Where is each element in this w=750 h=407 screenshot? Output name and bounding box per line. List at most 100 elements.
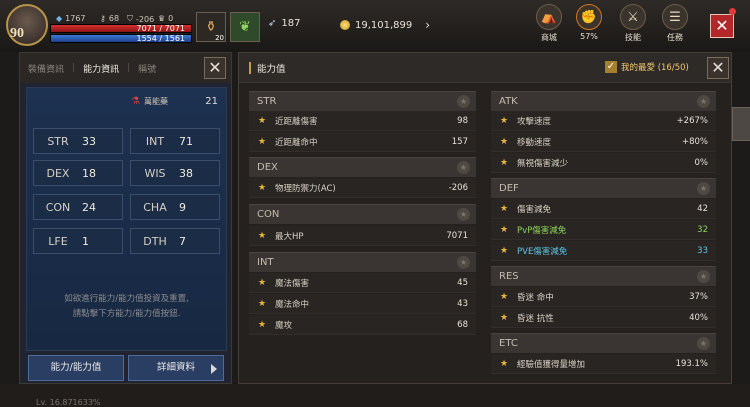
ability-info-panel: 裝備資訊 | 能力資訊 | 稱號 ✕ ⚗ 萬能藥 21 STR 33 INT 7… — [19, 52, 232, 384]
star-icon[interactable]: ★ — [249, 231, 275, 241]
section-res: RES ★ — [491, 266, 716, 286]
stat-dex: DEX 18 — [33, 160, 123, 186]
tab-ability[interactable]: 能力資訊 — [83, 62, 119, 75]
panel-title: 能力值 — [257, 63, 286, 75]
stat-row: ★ 魔攻 68 — [249, 315, 476, 335]
stat-row: ★ 經驗值獲得量增加 193.1% — [491, 354, 716, 374]
elixir-icon: ⚗ — [131, 95, 140, 107]
stat-row: ★ PVE傷害減免 33 — [491, 241, 716, 261]
hud-stat-a: ◆ 1767 — [56, 14, 86, 23]
gold-counter: 19,101,899 › — [340, 18, 430, 32]
ability-values-panel: 能力值 ✓ 我的最愛 (16/50) ✕ STR ★ ★ 近距離傷害 98 ★ … — [238, 52, 732, 384]
menu-quest[interactable]: ☰ 任務 — [656, 4, 694, 48]
stat-wis: WIS 38 — [130, 160, 220, 186]
star-icon[interactable]: ★ — [697, 270, 710, 283]
star-icon[interactable]: ★ — [249, 320, 275, 330]
stat-row: ★ 物理防禦力(AC) -206 — [249, 178, 476, 198]
star-icon[interactable]: ★ — [249, 183, 275, 193]
stat-con: CON 24 — [33, 194, 123, 220]
star-icon[interactable]: ★ — [249, 278, 275, 288]
star-icon[interactable]: ★ — [249, 116, 275, 126]
section-int: INT ★ — [249, 252, 476, 272]
star-icon[interactable]: ★ — [491, 158, 517, 168]
hp-bar: 7071 / 7071 — [50, 24, 192, 33]
menu-shop[interactable]: ⛺ 商城 — [530, 4, 568, 48]
stat-row: ★ 傷害減免 42 — [491, 199, 716, 219]
side-expand-tab[interactable] — [732, 107, 750, 141]
section-def: DEF ★ — [491, 178, 716, 198]
tab-equipment[interactable]: 裝備資訊 — [28, 62, 64, 75]
stat-row: ★ 昏迷 命中 37% — [491, 287, 716, 307]
star-icon[interactable]: ★ — [697, 95, 710, 108]
star-icon[interactable]: ★ — [249, 137, 275, 147]
ability-button[interactable]: 能力/能力值 — [28, 355, 124, 381]
header-accent — [249, 61, 251, 74]
quest-progress-icon: ✊ — [576, 4, 602, 30]
potion-slot[interactable]: ⚱ 20 — [196, 12, 226, 42]
section-str: STR ★ — [249, 91, 476, 111]
star-icon[interactable]: ★ — [491, 359, 517, 369]
checkbox-icon: ✓ — [605, 61, 617, 73]
section-etc: ETC ★ — [491, 333, 716, 353]
stat-row: ★ 攻擊速度 +267% — [491, 111, 716, 131]
star-icon[interactable]: ★ — [491, 313, 517, 323]
info-tabs: 裝備資訊 | 能力資訊 | 稱號 — [20, 53, 231, 83]
shield-icon: ⛉ — [127, 14, 133, 23]
star-icon[interactable]: ★ — [491, 137, 517, 147]
stat-dth: DTH 7 — [130, 228, 220, 254]
star-icon[interactable]: ★ — [249, 299, 275, 309]
potion-icon: ⚱ — [205, 19, 217, 35]
star-icon[interactable]: ★ — [491, 204, 517, 214]
character-level: 90 — [10, 26, 24, 41]
close-left-panel-button[interactable]: ✕ — [204, 57, 226, 79]
play-arrow-icon — [211, 364, 217, 374]
stat-row: ★ 魔法傷害 45 — [249, 273, 476, 293]
top-hud: 90 ◆ 1767 ⚷ 68 ⛉ -206 ♛ 0 7071 / 7071 15… — [0, 0, 750, 52]
gem-counter: ➶ 187 — [268, 18, 301, 29]
star-icon[interactable]: ★ — [697, 337, 710, 350]
stat-int: INT 71 — [130, 128, 220, 154]
star-icon[interactable]: ★ — [457, 208, 470, 221]
section-con: CON ★ — [249, 204, 476, 224]
stat-row: ★ 最大HP 7071 — [249, 226, 476, 246]
drop-icon: ◆ — [56, 14, 63, 23]
section-atk: ATK ★ — [491, 91, 716, 111]
hud-stat-b: ⚷ 68 — [100, 14, 120, 23]
star-icon[interactable]: ★ — [457, 161, 470, 174]
stat-cha: CHA 9 — [130, 194, 220, 220]
stat-row: ★ 近距離命中 157 — [249, 132, 476, 152]
buff-slot[interactable]: ❦ — [230, 12, 260, 42]
tab-title[interactable]: 稱號 — [138, 62, 156, 75]
favorites-toggle[interactable]: ✓ 我的最愛 (16/50) — [605, 61, 689, 73]
ability-hint: 如欲進行能力/能力值投資及重置, 請點擊下方能力/能力值按鈕. — [64, 294, 189, 319]
stat-row: ★ 昏迷 抗性 40% — [491, 308, 716, 328]
hud-stat-d: ♛ 0 — [158, 14, 174, 23]
chevron-right-icon[interactable]: › — [425, 18, 430, 32]
mp-bar: 1554 / 1561 — [50, 34, 192, 43]
star-icon[interactable]: ★ — [457, 256, 470, 269]
detail-button[interactable]: 詳細資料 — [128, 355, 224, 381]
menu-skill[interactable]: ⚔ 技能 — [614, 4, 652, 48]
stat-str: STR 33 — [33, 128, 123, 154]
stat-row: ★ 移動速度 +80% — [491, 132, 716, 152]
menu-progress[interactable]: ✊ 57% — [570, 4, 608, 48]
close-right-panel-button[interactable]: ✕ — [707, 57, 729, 79]
skill-icon: ⚔ — [620, 4, 646, 30]
notification-dot — [729, 8, 736, 15]
stats-area: ⚗ 萬能藥 21 STR 33 INT 71 DEX 18 WIS 38 CON… — [26, 87, 227, 351]
star-icon[interactable]: ★ — [457, 95, 470, 108]
exp-readout: Lv. 16.871633% — [36, 398, 101, 407]
stat-row: ★ PvP傷害減免 32 — [491, 220, 716, 240]
star-icon[interactable]: ★ — [491, 225, 517, 235]
stat-row: ★ 近距離傷害 98 — [249, 111, 476, 131]
star-icon[interactable]: ★ — [697, 182, 710, 195]
key-icon: ⚷ — [100, 14, 106, 23]
section-dex: DEX ★ — [249, 157, 476, 177]
close-window-button[interactable]: ✕ — [710, 14, 734, 38]
stat-lfe: LFE 1 — [33, 228, 123, 254]
star-icon[interactable]: ★ — [491, 116, 517, 126]
star-icon[interactable]: ★ — [491, 246, 517, 256]
footer-strip — [0, 384, 750, 407]
quest-icon: ☰ — [662, 4, 688, 30]
star-icon[interactable]: ★ — [491, 292, 517, 302]
